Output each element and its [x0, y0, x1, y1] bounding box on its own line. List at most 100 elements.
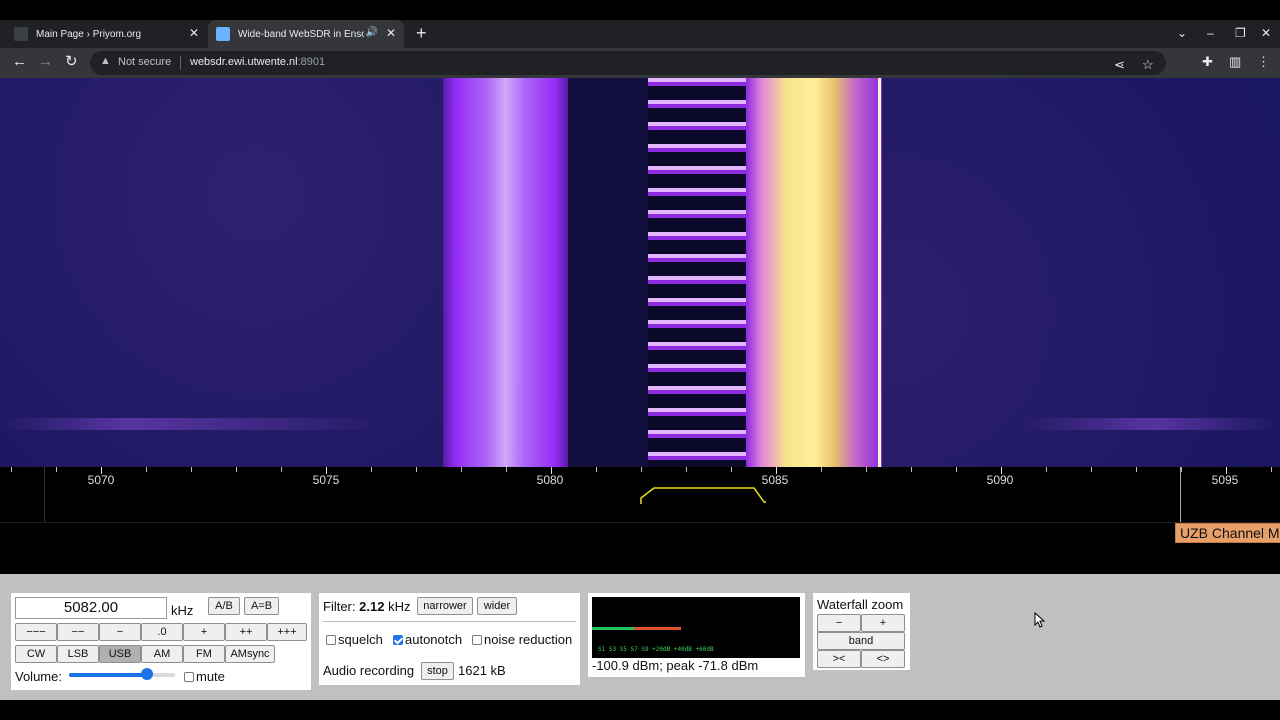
station-label[interactable]: UZB Channel M: [1175, 523, 1280, 543]
filter-readout: Filter: 2.12 kHz: [323, 599, 410, 614]
star-icon[interactable]: ☆: [1142, 57, 1154, 73]
minimize-icon[interactable]: –: [1207, 26, 1214, 40]
websdr-favicon-icon: [216, 27, 230, 41]
tab-title: Wide-band WebSDR in Ensche: [238, 28, 364, 40]
zoom-out-button[interactable]: −: [817, 614, 861, 632]
mute-checkbox[interactable]: mute: [184, 669, 225, 684]
side-panel-icon[interactable]: ▥: [1229, 54, 1241, 70]
carrier-line: [878, 78, 881, 467]
tab-close-icon[interactable]: ✕: [386, 26, 396, 40]
signal-band: [746, 78, 882, 467]
ab-button[interactable]: A/B: [208, 597, 240, 615]
recording-size: 1621 kB: [458, 663, 506, 678]
peak-level-bar: [634, 627, 681, 630]
filter-unit: kHz: [388, 599, 411, 614]
mode-cw-button[interactable]: CW: [15, 645, 57, 663]
frequency-input[interactable]: 5082.00: [15, 597, 167, 619]
zoom-band-button[interactable]: band: [817, 632, 905, 650]
smeter-box: S1 S3 S5 S7 S9 +20dB +40dB +60dB -100.9 …: [588, 593, 805, 677]
passband-indicator[interactable]: [640, 486, 766, 506]
scale-label: 5095: [1211, 473, 1239, 487]
scale-tick: [326, 467, 327, 474]
autonotch-checkbox-box[interactable]: [393, 635, 403, 645]
zoom-in-button[interactable]: +: [861, 614, 905, 632]
squelch-checkbox-box[interactable]: [326, 635, 336, 645]
zoom-wide-button[interactable]: <>: [861, 650, 905, 668]
noise-reduction-checkbox[interactable]: noise reduction: [472, 632, 572, 647]
tuning-box: 5082.00 kHz A/B A=B −−− −− − .0 + ++ +++…: [11, 593, 311, 690]
volume-slider[interactable]: [69, 673, 175, 677]
tab-close-icon[interactable]: ✕: [189, 26, 199, 40]
a-equals-b-button[interactable]: A=B: [244, 597, 279, 615]
browser-toolbar: ← → ↻ ▲ Not secure websdr.ewi.utwente.nl…: [0, 48, 1280, 78]
autonotch-label: autonotch: [405, 632, 463, 647]
back-icon[interactable]: ←: [12, 53, 27, 71]
scale-label: 5085: [761, 473, 789, 487]
step-down-1-button[interactable]: −: [99, 623, 141, 641]
step-up-3-button[interactable]: +++: [267, 623, 307, 641]
scale-tick: [236, 467, 237, 472]
mode-amsync-button[interactable]: AMsync: [225, 645, 275, 663]
squelch-label: squelch: [338, 632, 383, 647]
scale-tick: [371, 467, 372, 472]
tab-strip: Main Page › Priyom.org ✕ Wide-band WebSD…: [0, 20, 1280, 48]
scale-tick: [11, 467, 12, 472]
mode-usb-button[interactable]: USB: [99, 645, 141, 663]
zoom-narrow-button[interactable]: ><: [817, 650, 861, 668]
volume-slider-thumb[interactable]: [141, 668, 153, 680]
scale-tick: [1001, 467, 1002, 474]
audio-recording-label: Audio recording: [323, 663, 415, 678]
noise-reduction-label: noise reduction: [484, 632, 573, 647]
stop-recording-button[interactable]: stop: [421, 662, 454, 680]
forward-icon[interactable]: →: [38, 53, 53, 71]
warning-icon[interactable]: ▲: [100, 55, 111, 67]
scale-tick: [416, 467, 417, 472]
scale-tick: [281, 467, 282, 472]
mute-checkbox-box[interactable]: [184, 672, 194, 682]
menu-icon[interactable]: ⋮: [1257, 54, 1270, 70]
security-status[interactable]: Not secure: [118, 56, 171, 68]
squelch-checkbox[interactable]: squelch: [326, 632, 383, 647]
screen-top-bar: [0, 0, 1280, 20]
filter-box: Filter: 2.12 kHz narrower wider squelch …: [319, 593, 580, 685]
address-bar[interactable]: ▲ Not secure websdr.ewi.utwente.nl:8901 …: [90, 51, 1166, 75]
frequency-scale[interactable]: 5070 5075 5080 5085 5090 5095: [0, 467, 1280, 522]
tab-search-chevron-icon[interactable]: ⌄: [1177, 26, 1187, 40]
extensions-icon[interactable]: ✚: [1202, 54, 1213, 70]
mute-label: mute: [196, 669, 225, 684]
noise-reduction-checkbox-box[interactable]: [472, 635, 482, 645]
waterfall-display[interactable]: [0, 78, 1280, 467]
screen-bottom-bar: [0, 700, 1280, 720]
scale-divider: [44, 467, 45, 522]
window-close-icon[interactable]: ✕: [1261, 26, 1271, 40]
filter-divider: [323, 621, 576, 622]
share-icon[interactable]: ⋖: [1114, 57, 1125, 73]
restore-icon[interactable]: ❐: [1235, 26, 1246, 40]
speaker-icon[interactable]: 🔊: [366, 27, 378, 38]
signal-band: [648, 78, 746, 467]
scale-tick: [956, 467, 957, 472]
step-down-3-button[interactable]: −−−: [15, 623, 57, 641]
tab-websdr[interactable]: Wide-band WebSDR in Ensche 🔊 ✕: [208, 20, 404, 48]
scale-tick: [461, 467, 462, 472]
scale-tick: [731, 467, 732, 472]
new-tab-button[interactable]: +: [416, 23, 427, 43]
step-up-2-button[interactable]: ++: [225, 623, 267, 641]
mode-lsb-button[interactable]: LSB: [57, 645, 99, 663]
reload-icon[interactable]: ↻: [65, 53, 78, 71]
mode-fm-button[interactable]: FM: [183, 645, 225, 663]
step-down-2-button[interactable]: −−: [57, 623, 99, 641]
narrower-button[interactable]: narrower: [417, 597, 473, 615]
mode-am-button[interactable]: AM: [141, 645, 183, 663]
scale-label: 5090: [986, 473, 1014, 487]
scale-label: 5080: [536, 473, 564, 487]
autonotch-checkbox[interactable]: autonotch: [393, 632, 462, 647]
tab-priyom[interactable]: Main Page › Priyom.org ✕: [0, 20, 207, 48]
wider-button[interactable]: wider: [477, 597, 517, 615]
url-text[interactable]: websdr.ewi.utwente.nl:8901: [190, 56, 325, 68]
signal-band: [443, 78, 568, 467]
step-up-1-button[interactable]: +: [183, 623, 225, 641]
frequency-unit: kHz: [171, 603, 194, 618]
round-button[interactable]: .0: [141, 623, 183, 641]
scale-tick: [146, 467, 147, 472]
